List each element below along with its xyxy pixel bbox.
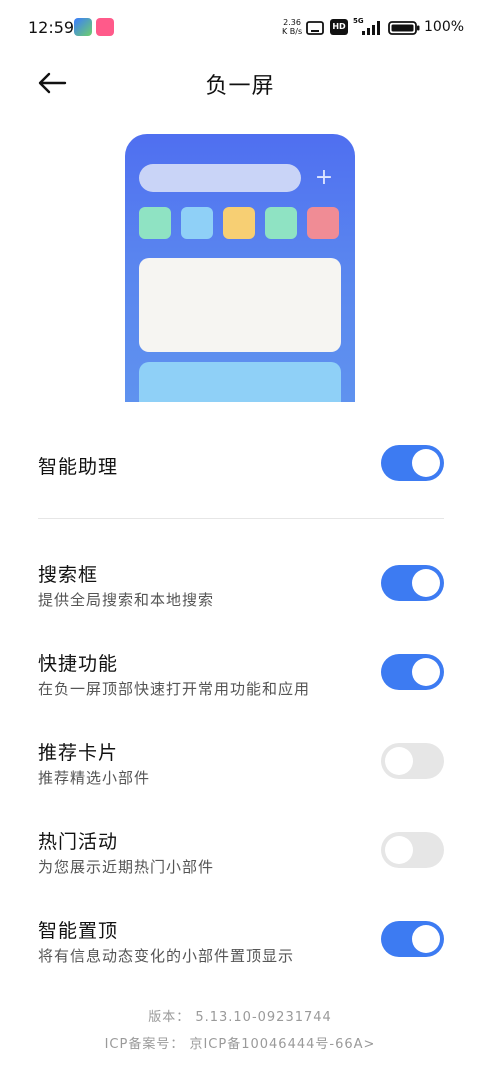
setting-title: 智能置顶: [38, 920, 119, 942]
preview-shortcut-tile: [307, 207, 339, 239]
preview-shortcut-tile: [223, 207, 255, 239]
signal-icon: [362, 21, 380, 35]
smart-assistant-toggle[interactable]: [381, 445, 444, 481]
header: 负一屏: [0, 56, 480, 116]
app-notification-icon: [96, 18, 114, 36]
icp-link[interactable]: ICP备案号： 京ICP备10046444号-66A>: [0, 1033, 480, 1052]
setting-row-smart-assistant: 智能助理: [0, 440, 480, 490]
setting-subtitle: 为您展示近期热门小部件: [38, 858, 215, 876]
setting-row-smart-pin: 智能置顶 将有信息动态变化的小部件置顶显示: [0, 912, 480, 968]
setting-title: 快捷功能: [38, 653, 119, 675]
setting-title: 智能助理: [38, 456, 119, 478]
battery-icon: [388, 21, 420, 35]
net-speed: 2.36 K B/s: [282, 18, 302, 36]
setting-title: 推荐卡片: [38, 742, 119, 764]
battery-percent: 100%: [424, 19, 465, 35]
toggle-knob: [412, 569, 440, 597]
setting-row-shortcuts: 快捷功能 在负一屏顶部快速打开常用功能和应用: [0, 645, 480, 701]
preview-search-bar: [139, 164, 301, 192]
divider: [38, 518, 444, 519]
setting-row-hot-activities: 热门活动 为您展示近期热门小部件: [0, 823, 480, 879]
preview-card: [139, 258, 341, 352]
preview-shortcut-tile: [265, 207, 297, 239]
setting-subtitle: 在负一屏顶部快速打开常用功能和应用: [38, 680, 311, 698]
toggle-knob: [385, 836, 413, 864]
preview-shortcut-tile: [181, 207, 213, 239]
net-speed-unit: K B/s: [282, 27, 303, 36]
setting-title: 搜索框: [38, 564, 99, 586]
toggle-knob: [412, 449, 440, 477]
status-bar: 12:59 2.36 K B/s HD 5G 100%: [0, 0, 480, 56]
preview-illustration: +: [125, 134, 355, 402]
page-title: 负一屏: [205, 74, 275, 99]
hd-icon: HD: [330, 19, 348, 35]
shortcuts-toggle[interactable]: [381, 654, 444, 690]
setting-subtitle: 推荐精选小部件: [38, 769, 151, 787]
toggle-knob: [412, 658, 440, 686]
screen-cast-icon: [306, 21, 324, 35]
status-time: 12:59: [28, 18, 75, 37]
setting-subtitle: 将有信息动态变化的小部件置顶显示: [38, 947, 295, 965]
toggle-knob: [385, 747, 413, 775]
net-speed-value: 2.36: [283, 18, 301, 27]
setting-title: 热门活动: [38, 831, 119, 853]
preview-shortcut-tile: [139, 207, 171, 239]
setting-subtitle: 提供全局搜索和本地搜索: [38, 591, 215, 609]
app-notification-icon: [74, 18, 92, 36]
hot-activities-toggle[interactable]: [381, 832, 444, 868]
preview-plus-icon: +: [314, 165, 334, 190]
setting-row-search-box: 搜索框 提供全局搜索和本地搜索: [0, 556, 480, 612]
version-text: 版本： 5.13.10-09231744: [148, 1010, 332, 1025]
setting-row-recommended-cards: 推荐卡片 推荐精选小部件: [0, 734, 480, 790]
recommended-cards-toggle[interactable]: [381, 743, 444, 779]
smart-pin-toggle[interactable]: [381, 921, 444, 957]
preview-card: [139, 362, 341, 402]
search-box-toggle[interactable]: [381, 565, 444, 601]
toggle-knob: [412, 925, 440, 953]
